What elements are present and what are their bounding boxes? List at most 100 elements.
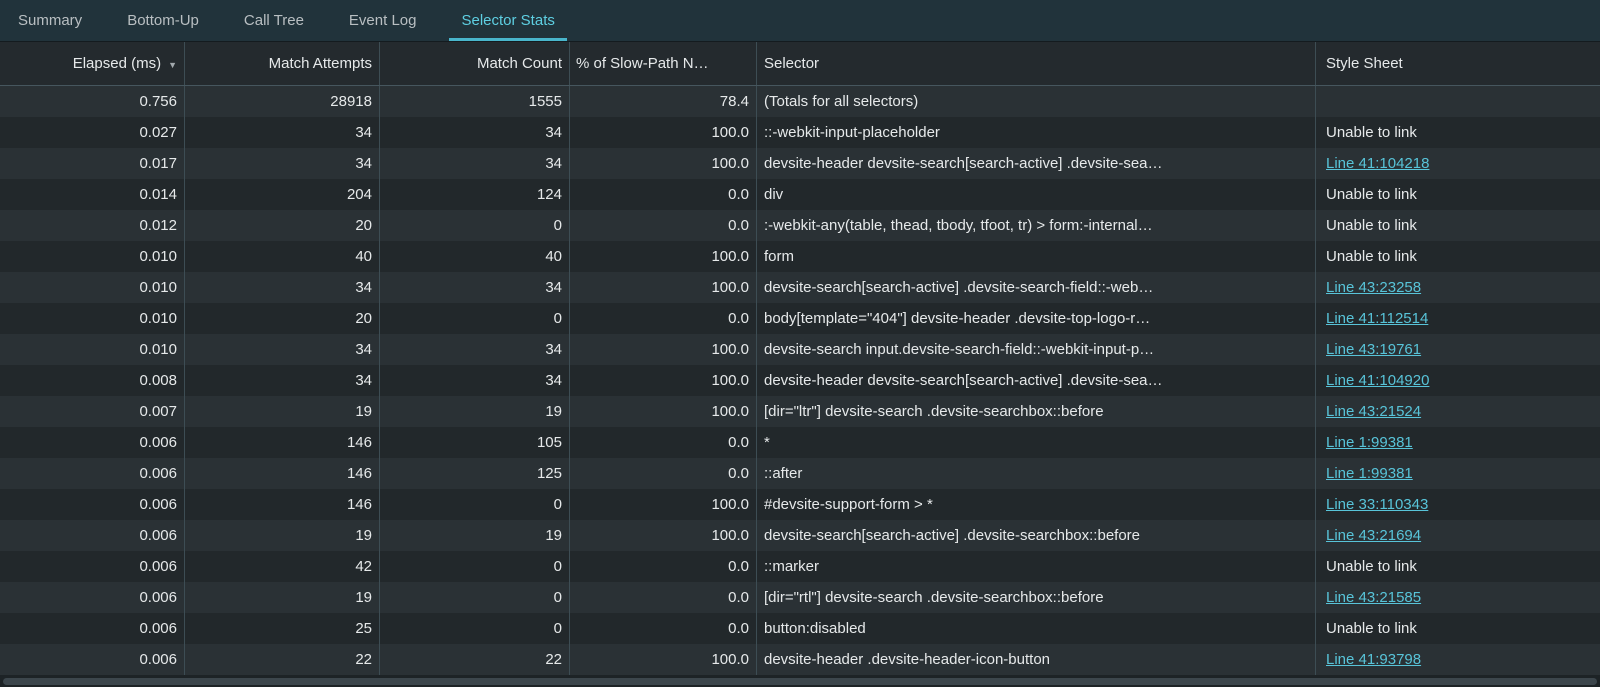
style-sheet-link[interactable]: Line 41:93798 [1326, 651, 1421, 668]
cell-elapsed-ms: 0.014 [0, 179, 185, 210]
cell-selector: [dir="ltr"] devsite-search .devsite-sear… [757, 396, 1316, 427]
table-row[interactable]: 0.0071919100.0[dir="ltr"] devsite-search… [0, 396, 1600, 427]
cell-slow-path-pct: 0.0 [570, 582, 757, 613]
cell-match-attempts: 146 [185, 489, 380, 520]
column-header-selector-label: Selector [764, 55, 819, 72]
cell-style-sheet: Unable to link [1316, 117, 1600, 148]
style-sheet-link[interactable]: Line 43:21524 [1326, 403, 1421, 420]
cell-elapsed-ms: 0.006 [0, 644, 185, 675]
style-sheet-link[interactable]: Line 43:19761 [1326, 341, 1421, 358]
cell-match-count: 0 [380, 613, 570, 644]
cell-match-attempts: 28918 [185, 86, 380, 117]
cell-match-count: 0 [380, 210, 570, 241]
style-sheet-link[interactable]: Line 41:112514 [1326, 310, 1428, 327]
column-header-style-sheet[interactable]: Style Sheet [1316, 42, 1600, 85]
table-row[interactable]: 0.0061460100.0#devsite-support-form > *L… [0, 489, 1600, 520]
table-row[interactable]: 0.0104040100.0formUnable to link [0, 241, 1600, 272]
cell-style-sheet: Line 41:104920 [1316, 365, 1600, 396]
cell-match-count: 22 [380, 644, 570, 675]
cell-elapsed-ms: 0.006 [0, 458, 185, 489]
cell-slow-path-pct: 100.0 [570, 520, 757, 551]
style-sheet-link[interactable]: Line 43:23258 [1326, 279, 1421, 296]
table-row[interactable]: 0.75628918155578.4(Totals for all select… [0, 86, 1600, 117]
tab-event-log[interactable]: Event Log [337, 0, 429, 41]
cell-selector: [dir="rtl"] devsite-search .devsite-sear… [757, 582, 1316, 613]
cell-match-count: 19 [380, 396, 570, 427]
cell-slow-path-pct: 100.0 [570, 241, 757, 272]
cell-selector: devsite-search[search-active] .devsite-s… [757, 272, 1316, 303]
column-header-match-count[interactable]: Match Count [380, 42, 570, 85]
table-row[interactable]: 0.0173434100.0devsite-header devsite-sea… [0, 148, 1600, 179]
style-sheet-link[interactable]: Line 41:104920 [1326, 372, 1429, 389]
cell-elapsed-ms: 0.756 [0, 86, 185, 117]
cell-selector: devsite-search input.devsite-search-fiel… [757, 334, 1316, 365]
tab-call-tree[interactable]: Call Tree [232, 0, 316, 41]
cell-selector: ::marker [757, 551, 1316, 582]
table-row[interactable]: 0.0061900.0[dir="rtl"] devsite-search .d… [0, 582, 1600, 613]
cell-match-attempts: 34 [185, 334, 380, 365]
cell-style-sheet: Line 43:23258 [1316, 272, 1600, 303]
cell-match-attempts: 42 [185, 551, 380, 582]
horizontal-scrollbar[interactable] [0, 675, 1600, 687]
cell-match-count: 0 [380, 551, 570, 582]
table-row[interactable]: 0.0061919100.0devsite-search[search-acti… [0, 520, 1600, 551]
cell-match-attempts: 146 [185, 458, 380, 489]
style-sheet-link[interactable]: Line 43:21694 [1326, 527, 1421, 544]
tab-selector-stats[interactable]: Selector Stats [449, 0, 566, 41]
column-header-match-count-label: Match Count [477, 55, 562, 72]
cell-selector: devsite-header devsite-search[search-act… [757, 148, 1316, 179]
table-row[interactable]: 0.0103434100.0devsite-search[search-acti… [0, 272, 1600, 303]
horizontal-scrollbar-thumb[interactable] [3, 678, 1597, 685]
style-sheet-link[interactable]: Line 1:99381 [1326, 465, 1413, 482]
column-header-slow-path-pct[interactable]: % of Slow-Path N… [570, 42, 757, 85]
cell-elapsed-ms: 0.010 [0, 272, 185, 303]
cell-match-count: 0 [380, 303, 570, 334]
column-header-selector[interactable]: Selector [757, 42, 1316, 85]
style-sheet-unlinked-label: Unable to link [1326, 558, 1417, 575]
cell-slow-path-pct: 100.0 [570, 334, 757, 365]
column-header-elapsed-label: Elapsed (ms) [73, 55, 161, 72]
tab-summary[interactable]: Summary [6, 0, 94, 41]
cell-slow-path-pct: 100.0 [570, 644, 757, 675]
table-row[interactable]: 0.0061461250.0::afterLine 1:99381 [0, 458, 1600, 489]
cell-elapsed-ms: 0.010 [0, 303, 185, 334]
style-sheet-link[interactable]: Line 43:21585 [1326, 589, 1421, 606]
column-header-elapsed[interactable]: Elapsed (ms) ▼ [0, 42, 185, 85]
cell-elapsed-ms: 0.006 [0, 427, 185, 458]
table-row[interactable]: 0.0102000.0body[template="404"] devsite-… [0, 303, 1600, 334]
column-header-match-attempts-label: Match Attempts [269, 55, 372, 72]
cell-match-attempts: 19 [185, 520, 380, 551]
table-row[interactable]: 0.0083434100.0devsite-header devsite-sea… [0, 365, 1600, 396]
style-sheet-unlinked-label: Unable to link [1326, 248, 1417, 265]
column-header-match-attempts[interactable]: Match Attempts [185, 42, 380, 85]
table-header-row: Elapsed (ms) ▼ Match Attempts Match Coun… [0, 42, 1600, 86]
table-row[interactable]: 0.0142041240.0divUnable to link [0, 179, 1600, 210]
cell-match-count: 34 [380, 365, 570, 396]
table-row[interactable]: 0.0103434100.0devsite-search input.devsi… [0, 334, 1600, 365]
style-sheet-link[interactable]: Line 1:99381 [1326, 434, 1413, 451]
tab-bottom-up[interactable]: Bottom-Up [115, 0, 211, 41]
table-row[interactable]: 0.0061461050.0*Line 1:99381 [0, 427, 1600, 458]
style-sheet-unlinked-label: Unable to link [1326, 124, 1417, 141]
cell-match-attempts: 146 [185, 427, 380, 458]
style-sheet-link[interactable]: Line 33:110343 [1326, 496, 1428, 513]
cell-match-count: 0 [380, 582, 570, 613]
cell-match-count: 19 [380, 520, 570, 551]
cell-selector: devsite-search[search-active] .devsite-s… [757, 520, 1316, 551]
table-row[interactable]: 0.0062500.0button:disabledUnable to link [0, 613, 1600, 644]
cell-match-attempts: 204 [185, 179, 380, 210]
table-row[interactable]: 0.0062222100.0devsite-header .devsite-he… [0, 644, 1600, 675]
cell-style-sheet: Line 43:21585 [1316, 582, 1600, 613]
table-row[interactable]: 0.0064200.0::markerUnable to link [0, 551, 1600, 582]
table-row[interactable]: 0.0273434100.0::-webkit-input-placeholde… [0, 117, 1600, 148]
sort-descending-icon: ▼ [168, 60, 177, 70]
cell-slow-path-pct: 100.0 [570, 117, 757, 148]
panel-tabbar: Summary Bottom-Up Call Tree Event Log Select… [0, 0, 1600, 42]
cell-selector: * [757, 427, 1316, 458]
style-sheet-link[interactable]: Line 41:104218 [1326, 155, 1429, 172]
table-row[interactable]: 0.0122000.0:-webkit-any(table, thead, tb… [0, 210, 1600, 241]
cell-match-attempts: 34 [185, 272, 380, 303]
cell-style-sheet: Line 41:93798 [1316, 644, 1600, 675]
cell-match-count: 1555 [380, 86, 570, 117]
cell-slow-path-pct: 0.0 [570, 551, 757, 582]
